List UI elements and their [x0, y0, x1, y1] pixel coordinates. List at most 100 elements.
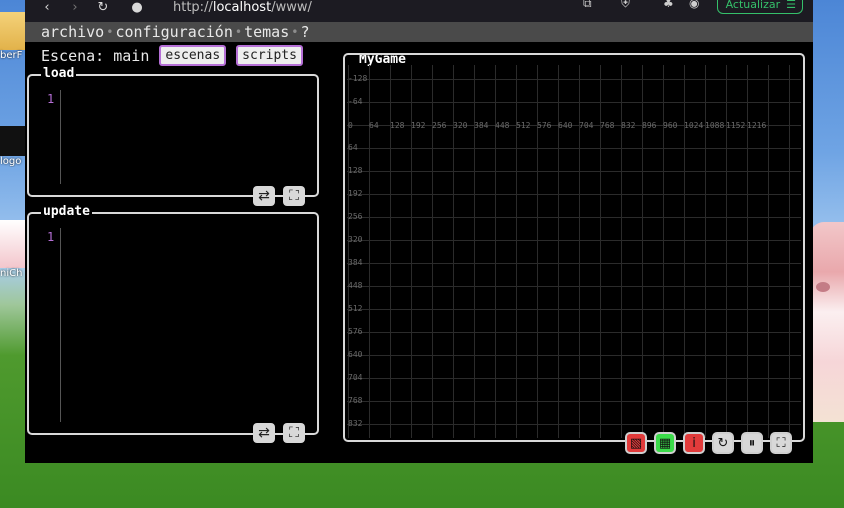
hatch-button[interactable]: ▧ [625, 432, 647, 454]
y-axis-tick-label: -128 [348, 74, 368, 83]
load-editor-panel: load 1 ⇄ ⛶ [27, 66, 319, 206]
x-axis-tick-label: 576 [537, 121, 552, 130]
game-viewport-panel: MyGame 0 64 128 192 256 320 384 448 512 576 640 704… [343, 53, 805, 442]
desktop-icon-label: logo [0, 156, 22, 167]
menu-item-help[interactable]: ? [300, 23, 309, 41]
x-axis-tick-label: 1088 [705, 121, 725, 130]
desktop-icon-label: niCh [0, 268, 23, 279]
y-axis-tick-label: 384 [348, 258, 363, 267]
expand-icon: ⛶ [289, 188, 299, 204]
gutter-divider [60, 90, 61, 184]
site-info-icon[interactable]: ● [127, 0, 147, 15]
y-axis-tick-label: 704 [348, 373, 363, 382]
update-button[interactable]: Actualizar ☰ [716, 0, 803, 14]
update-editor-title: update [41, 204, 92, 220]
wallpaper-character [810, 222, 844, 422]
scenes-button[interactable]: escenas [159, 45, 227, 66]
x-axis-tick-label: 512 [516, 121, 531, 130]
logo-icon [0, 126, 25, 156]
expand-button[interactable]: ⛶ [283, 423, 305, 443]
y-axis-tick-label [348, 119, 367, 142]
x-axis-tick-label: 1216 [747, 121, 767, 130]
x-axis-labels: 0 64 128 192 256 320 384 448 512 576 640 704 768 832 8… [347, 121, 767, 130]
reload-icon: ↻ [717, 435, 729, 451]
line-number: 1 [47, 230, 55, 244]
swap-button[interactable]: ⇄ [253, 186, 275, 206]
menu-icon: ☰ [786, 0, 796, 11]
load-editor-title: load [41, 66, 77, 82]
grid-button[interactable]: ▦ [654, 432, 676, 454]
pause-button[interactable]: ⏸ [741, 432, 763, 454]
address-bar[interactable]: http://localhost/www/ [173, 0, 312, 15]
swap-button[interactable]: ⇄ [253, 423, 275, 443]
x-axis-tick-label: 320 [453, 121, 468, 130]
share-icon[interactable]: ⧉ [583, 0, 592, 11]
fullscreen-button[interactable]: ⛶ [770, 432, 792, 454]
menu-separator-dot: • [106, 25, 114, 39]
update-label: Actualizar [725, 0, 781, 11]
y-axis-tick-label: -64 [348, 97, 363, 106]
expand-icon: ⛶ [289, 425, 299, 441]
x-axis-tick-label: 192 [411, 121, 426, 130]
scripts-button[interactable]: scripts [236, 45, 303, 66]
update-editor-panel: update 1 ⇄ ⛶ [27, 204, 319, 443]
anime-thumbnail-icon [0, 220, 25, 268]
update-code-area[interactable] [63, 226, 311, 419]
desktop-icon-2[interactable]: logo [0, 126, 25, 167]
x-axis-tick-label: 960 [663, 121, 678, 130]
y-axis-labels: -128 -64 64 128 192 256 320 384 448 512 576 640 704 7… [348, 73, 367, 438]
info-button[interactable]: i [683, 432, 705, 454]
reload-browser-icon[interactable]: ↻ [93, 0, 113, 15]
scene-bar: Escena: main escenas scripts [41, 45, 303, 66]
x-axis-tick-label: 832 [621, 121, 636, 130]
url-host: localhost [212, 0, 272, 15]
y-axis-tick-label: 512 [348, 304, 363, 313]
browser-window: ‹ › ↻ ● http://localhost/www/ ⧉ ⛨ ♣ ◉ Ac… [25, 0, 813, 463]
forward-icon[interactable]: › [65, 0, 85, 15]
y-axis-tick-label: 320 [348, 235, 363, 244]
x-axis-tick-label: 1024 [684, 121, 704, 130]
y-axis-tick-label: 192 [348, 189, 363, 198]
x-axis-tick-label: 704 [579, 121, 594, 130]
desktop-icon-3[interactable]: niCh [0, 220, 25, 279]
x-axis-tick-label: 896 [642, 121, 657, 130]
y-axis-tick-label: 256 [348, 212, 363, 221]
browser-toolbar: ‹ › ↻ ● http://localhost/www/ ⧉ ⛨ ♣ ◉ Ac… [25, 0, 813, 22]
back-icon[interactable]: ‹ [37, 0, 57, 15]
menu-separator-dot: • [291, 25, 299, 39]
y-axis-tick-label: 832 [348, 419, 363, 428]
y-axis-tick-label: 576 [348, 327, 363, 336]
game-canvas[interactable]: 0 64 128 192 256 320 384 448 512 576 640 704 768 832 8… [347, 65, 801, 438]
expand-button[interactable]: ⛶ [283, 186, 305, 206]
extension-icon[interactable]: ♣ [663, 0, 674, 10]
info-icon: i [692, 435, 696, 451]
x-axis-tick-label: 640 [558, 121, 573, 130]
url-prefix: http:// [173, 0, 213, 15]
scene-label: Escena: main [41, 46, 150, 65]
grid-icon: ▦ [658, 435, 672, 451]
menu-item-archivo[interactable]: archivo [41, 23, 104, 41]
shield-icon[interactable]: ⛨ [621, 0, 630, 11]
y-axis-tick-label: 64 [348, 143, 358, 152]
fullscreen-icon: ⛶ [776, 435, 786, 451]
x-axis-tick-label: 448 [495, 121, 510, 130]
y-axis-tick-label: 640 [348, 350, 363, 359]
desktop-icon-1[interactable]: berF [0, 12, 25, 61]
x-axis-tick-label: 256 [432, 121, 447, 130]
x-axis-tick-label: 384 [474, 121, 489, 130]
x-axis-tick-label: 128 [390, 121, 405, 130]
swap-icon: ⇄ [258, 188, 270, 204]
menu-separator-dot: • [234, 25, 243, 39]
line-number: 1 [47, 92, 55, 106]
y-axis-tick-label: 128 [348, 166, 363, 175]
gutter-divider [60, 228, 61, 422]
app-menubar: archivo • configuración • temas • ? [25, 22, 813, 42]
profile-icon[interactable]: ◉ [689, 0, 699, 10]
load-code-area[interactable] [63, 88, 311, 181]
menu-item-configuracion[interactable]: configuración [115, 23, 232, 41]
x-axis-tick-label: 768 [600, 121, 615, 130]
reload-button[interactable]: ↻ [712, 432, 734, 454]
menu-item-temas[interactable]: temas [244, 23, 289, 41]
folder-icon [0, 12, 25, 50]
y-axis-tick-label: 768 [348, 396, 363, 405]
